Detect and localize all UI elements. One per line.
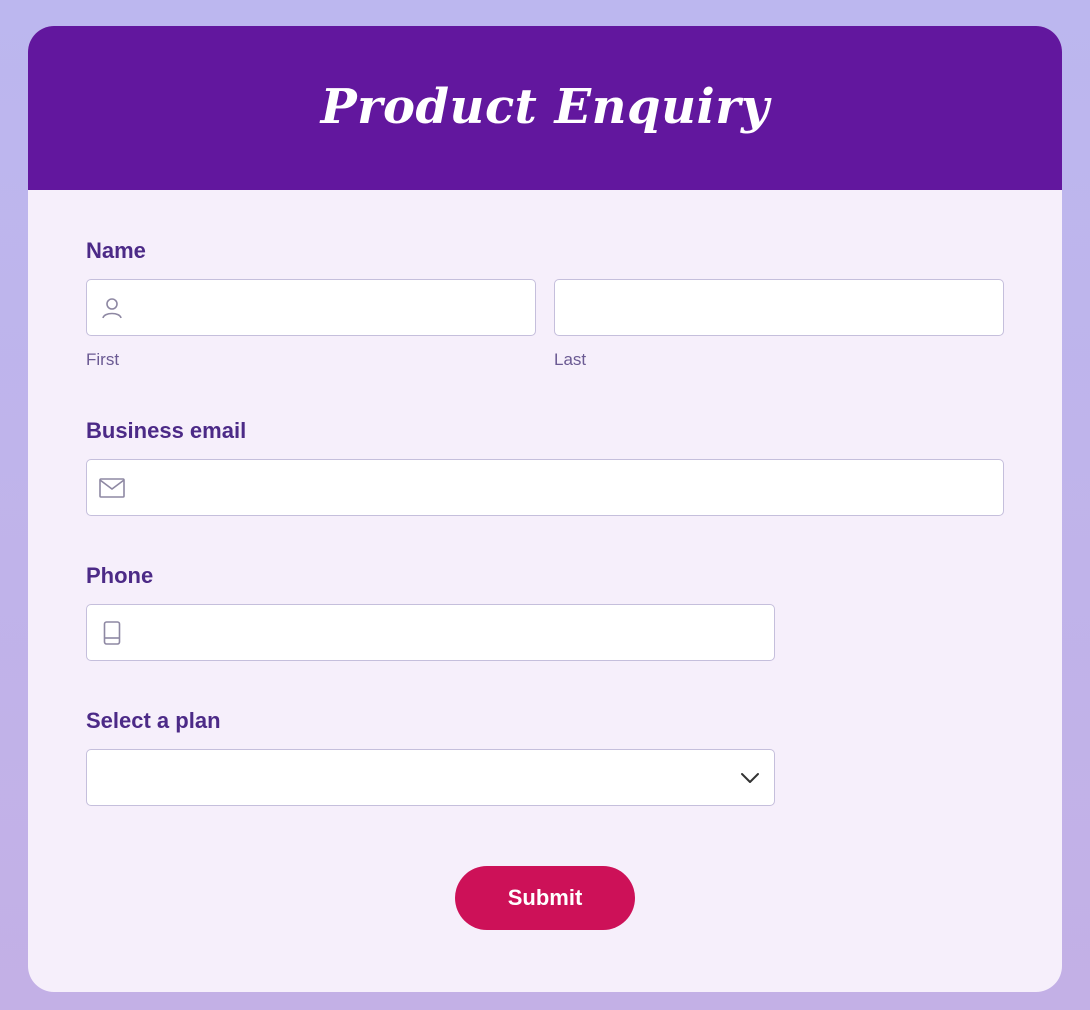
form-header: Product Enquiry	[28, 26, 1062, 190]
phone-field[interactable]	[86, 604, 775, 661]
last-name-input[interactable]	[554, 279, 1004, 336]
email-field[interactable]	[86, 459, 1004, 516]
last-name-sublabel: Last	[554, 350, 587, 369]
first-name-input[interactable]	[86, 279, 536, 336]
email-label: Business email	[86, 418, 247, 443]
first-name-sublabel: First	[86, 350, 120, 369]
form-title: Product Enquiry	[320, 79, 770, 135]
enquiry-form-card: Product Enquiry Name First Last Business…	[28, 26, 1062, 992]
phone-icon	[99, 620, 125, 646]
name-label: Name	[86, 238, 146, 263]
plan-select[interactable]	[86, 749, 775, 806]
chevron-down-icon	[738, 766, 762, 790]
mail-icon	[99, 475, 125, 501]
phone-label: Phone	[86, 563, 154, 588]
user-icon	[99, 295, 125, 321]
submit-button[interactable]: Submit	[455, 866, 635, 930]
plan-label: Select a plan	[86, 708, 221, 733]
